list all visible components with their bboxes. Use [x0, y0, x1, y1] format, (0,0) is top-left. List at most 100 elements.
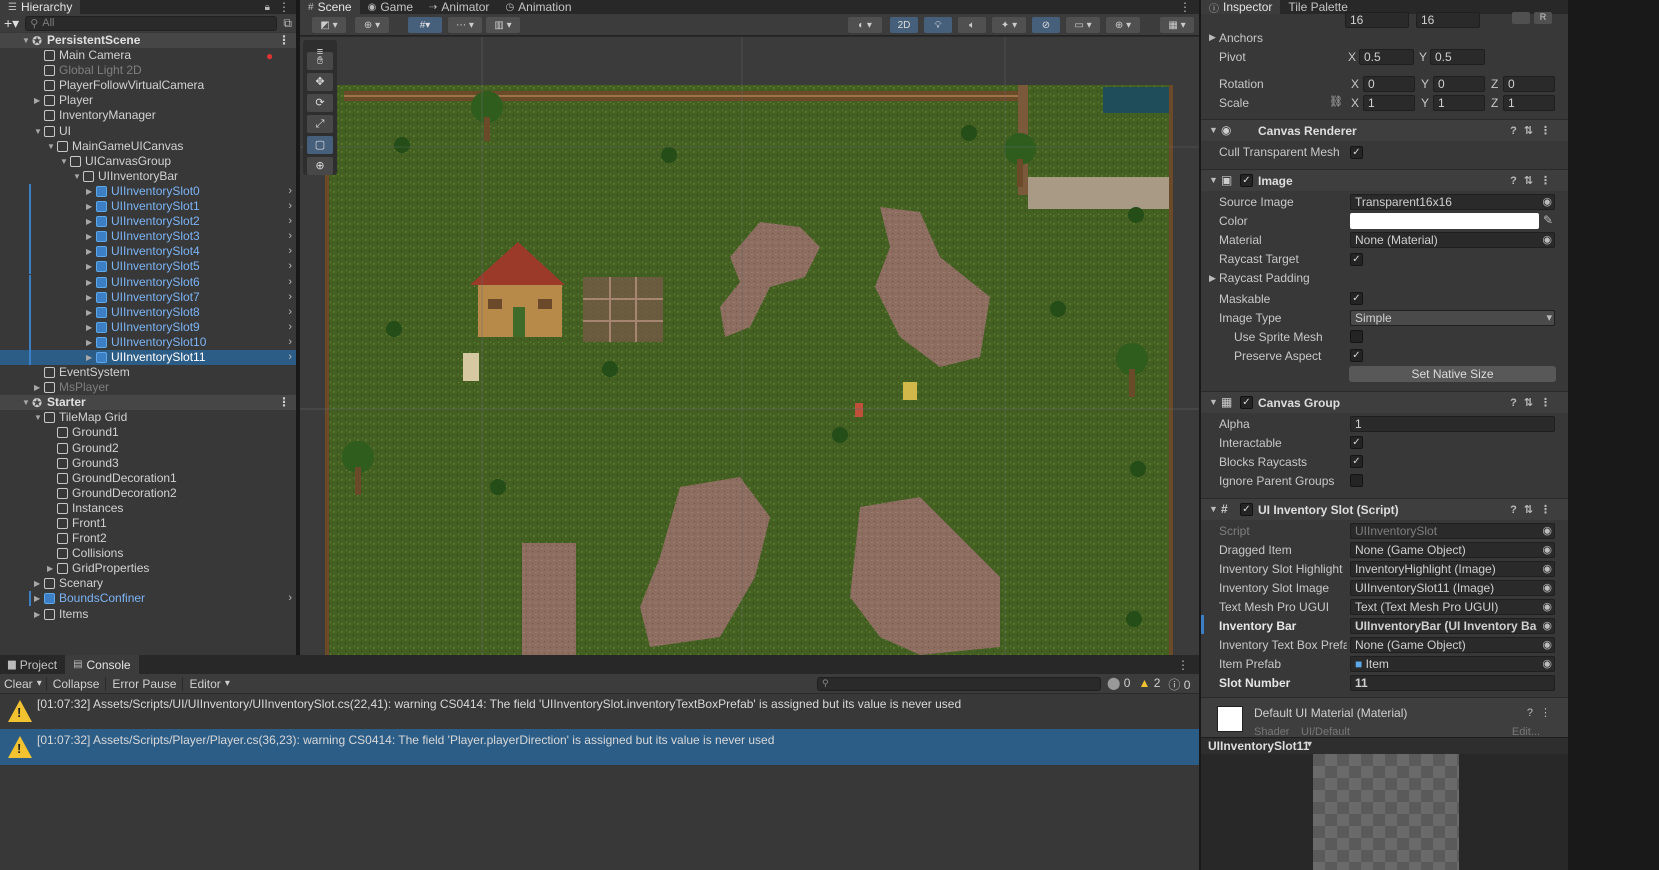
- editor-dropdown[interactable]: Editor: [182, 676, 221, 691]
- canvas-renderer-header[interactable]: ▼ ◉ Canvas Renderer ?⇅⋮: [1201, 119, 1568, 141]
- foldout-icon[interactable]: ▼: [1209, 125, 1218, 135]
- hierarchy-row[interactable]: ▶ MsPlayer: [0, 380, 296, 395]
- blueprint-button[interactable]: [1512, 12, 1530, 24]
- collapse-arrow-icon[interactable]: ▶: [86, 259, 92, 274]
- raycast-target-checkbox[interactable]: ✓: [1350, 253, 1363, 266]
- object-picker-icon[interactable]: ◉: [1542, 638, 1552, 652]
- object-picker-icon[interactable]: ◉: [1542, 619, 1552, 633]
- chevron-down-icon[interactable]: ▾: [221, 678, 234, 689]
- open-prefab-chevron-icon[interactable]: ›: [288, 591, 292, 606]
- hierarchy-row[interactable]: Main Camera ●: [0, 48, 296, 63]
- foldout-icon[interactable]: ▼: [1209, 504, 1218, 514]
- console-kebab-icon[interactable]: ⋮: [1177, 658, 1189, 672]
- open-prefab-chevron-icon[interactable]: ›: [288, 305, 292, 320]
- tab-console[interactable]: ▤ Console: [65, 655, 139, 674]
- collapse-arrow-icon[interactable]: ▶: [86, 244, 92, 259]
- object-picker-icon[interactable]: ◉: [1542, 562, 1552, 576]
- highlight-field[interactable]: InventoryHighlight (Image) ◉: [1350, 561, 1555, 577]
- hierarchy-row[interactable]: ▼ UI: [0, 124, 296, 139]
- hierarchy-row[interactable]: ▶ UIInventorySlot3 ›: [0, 229, 296, 245]
- set-native-size-button[interactable]: Set Native Size: [1349, 366, 1556, 382]
- object-picker-icon[interactable]: ◉: [1542, 543, 1552, 557]
- color-swatch[interactable]: [1350, 213, 1539, 229]
- hierarchy-row[interactable]: ▶ UIInventorySlot11 ›: [0, 349, 296, 366]
- hierarchy-search-input[interactable]: ⚲ All: [25, 15, 278, 31]
- hierarchy-row[interactable]: EventSystem: [0, 365, 296, 380]
- tab-inspector[interactable]: ⓘ Inspector: [1201, 0, 1281, 15]
- tools-dropdown[interactable]: ⊕ ▾: [1106, 17, 1140, 33]
- tool-palette-handle[interactable]: ≡: [307, 43, 333, 58]
- scene-visibility-icon[interactable]: ⧉: [283, 16, 292, 31]
- hierarchy-row[interactable]: ▶ UIInventorySlot6 ›: [0, 274, 296, 290]
- grid-visibility-dropdown[interactable]: ⋯ ▾: [448, 17, 482, 33]
- clear-button[interactable]: Clear: [0, 677, 37, 691]
- open-prefab-chevron-icon[interactable]: ›: [288, 214, 292, 229]
- snap-increment-dropdown[interactable]: ▥ ▾: [486, 17, 520, 33]
- collapse-arrow-icon[interactable]: ▶: [86, 290, 92, 305]
- open-prefab-chevron-icon[interactable]: ›: [288, 350, 292, 365]
- anchors-foldout-icon[interactable]: ▶: [1209, 32, 1216, 43]
- lighting-toggle[interactable]: 💡︎: [924, 17, 952, 33]
- hierarchy-row[interactable]: ▶ UIInventorySlot8 ›: [0, 304, 296, 320]
- open-prefab-chevron-icon[interactable]: ›: [288, 320, 292, 335]
- collapse-arrow-icon[interactable]: ▶: [34, 607, 40, 622]
- hierarchy-row[interactable]: Front2: [0, 531, 296, 546]
- rotation-z-field[interactable]: 0: [1503, 76, 1555, 92]
- collapse-arrow-icon[interactable]: ▶: [34, 93, 40, 108]
- open-prefab-chevron-icon[interactable]: ›: [288, 199, 292, 214]
- error-pause-button[interactable]: Error Pause: [105, 676, 182, 691]
- collapse-arrow-icon[interactable]: ▶: [34, 380, 40, 395]
- scale-x-field[interactable]: 1: [1363, 95, 1415, 111]
- inventory-slot-script-header[interactable]: ▼ # ✓ UI Inventory Slot (Script) ?⇅⋮: [1201, 498, 1568, 520]
- console-search-input[interactable]: ⚲: [817, 677, 1101, 691]
- scale-tool-button[interactable]: ⤢: [307, 115, 333, 133]
- hierarchy-row[interactable]: InventoryManager: [0, 108, 296, 123]
- scale-z-field[interactable]: 1: [1503, 95, 1555, 111]
- global-local-dropdown[interactable]: ⊕ ▾: [355, 17, 389, 33]
- material-field[interactable]: None (Material) ◉: [1350, 232, 1555, 248]
- hierarchy-row[interactable]: ▼ ✪ PersistentScene ⋮: [0, 33, 296, 49]
- lock-icon[interactable]: 🔒︎: [265, 2, 270, 13]
- inventory-bar-field[interactable]: UIInventoryBar (UI Inventory Ba ◉: [1350, 618, 1555, 634]
- hierarchy-row[interactable]: ▶ Items: [0, 607, 296, 622]
- hierarchy-row[interactable]: ▶ GridProperties: [0, 561, 296, 576]
- source-image-field[interactable]: Transparent16x16 ◉: [1350, 194, 1555, 210]
- textbox-field[interactable]: None (Game Object) ◉: [1350, 637, 1555, 653]
- collapse-arrow-icon[interactable]: ▶: [86, 320, 92, 335]
- rotate-tool-button[interactable]: ⟳: [307, 94, 333, 112]
- component-menu-icons[interactable]: ?⇅⋮: [1510, 503, 1558, 516]
- interactable-checkbox[interactable]: ✓: [1350, 436, 1363, 449]
- maskable-checkbox[interactable]: ✓: [1350, 292, 1363, 305]
- open-prefab-chevron-icon[interactable]: ›: [288, 244, 292, 259]
- tab-hierarchy[interactable]: ☰ Hierarchy: [0, 0, 81, 14]
- raycast-padding-foldout-icon[interactable]: ▶: [1209, 273, 1216, 284]
- hidden-objects-toggle[interactable]: ⊘: [1032, 17, 1060, 33]
- rotation-x-field[interactable]: 0: [1363, 76, 1415, 92]
- component-menu-icons[interactable]: ?⇅⋮: [1510, 174, 1558, 187]
- hierarchy-row[interactable]: ▶ UIInventorySlot5 ›: [0, 259, 296, 275]
- hierarchy-row[interactable]: ▶ UIInventorySlot2 ›: [0, 214, 296, 230]
- open-prefab-chevron-icon[interactable]: ›: [288, 229, 292, 244]
- hierarchy-row[interactable]: ▶ Player: [0, 93, 296, 108]
- collapse-arrow-icon[interactable]: ▶: [86, 214, 92, 229]
- hierarchy-row[interactable]: ▼ UIInventoryBar: [0, 169, 296, 184]
- expand-arrow-icon[interactable]: ▼: [34, 124, 42, 139]
- raycast-padding-label[interactable]: Raycast Padding: [1219, 269, 1310, 287]
- open-prefab-chevron-icon[interactable]: ›: [288, 184, 292, 199]
- object-picker-icon[interactable]: ◉: [1542, 233, 1552, 247]
- object-picker-icon[interactable]: ◉: [1542, 581, 1552, 595]
- hierarchy-row[interactable]: GroundDecoration1: [0, 471, 296, 486]
- slot-image-field[interactable]: UIInventorySlot11 (Image) ◉: [1350, 580, 1555, 596]
- move-tool-button[interactable]: ✥: [307, 73, 333, 91]
- kebab-icon[interactable]: ⋮: [278, 0, 290, 14]
- info-count-toggle[interactable]: ⓘ 0: [1168, 676, 1190, 693]
- tab-scene[interactable]: # Scene: [300, 0, 360, 14]
- expand-arrow-icon[interactable]: ▼: [73, 169, 81, 184]
- mode-2d-toggle[interactable]: 2D: [890, 17, 918, 33]
- scene-kebab-icon[interactable]: ⋮: [278, 395, 290, 410]
- tab-game[interactable]: ◉ Game: [360, 0, 421, 14]
- image-type-dropdown[interactable]: Simple ▾: [1350, 310, 1555, 326]
- height-field[interactable]: 16: [1416, 12, 1480, 28]
- image-enabled-checkbox[interactable]: ✓: [1240, 174, 1253, 187]
- scene-kebab-icon[interactable]: ⋮: [1179, 0, 1191, 14]
